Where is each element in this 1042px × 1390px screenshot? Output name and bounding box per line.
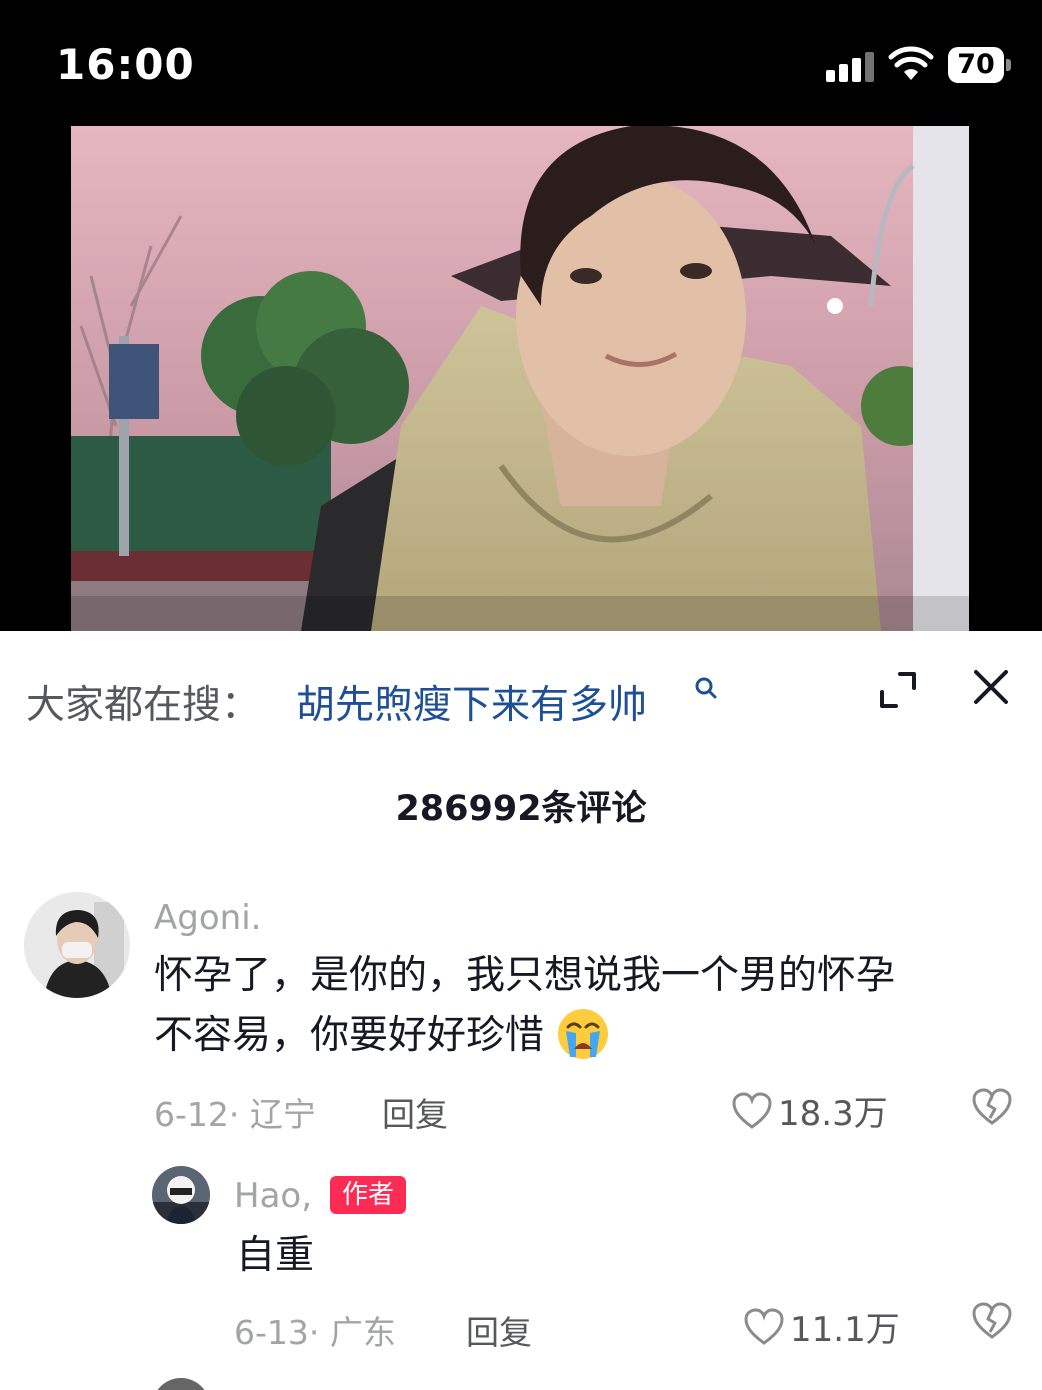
search-suggestion-link[interactable]: 胡先煦瘦下来有多帅 — [296, 674, 647, 730]
cellular-signal-icon — [826, 52, 874, 82]
author-badge: 作者 — [330, 1176, 407, 1214]
video-frame-image — [71, 126, 969, 631]
video-player[interactable] — [71, 126, 969, 631]
comment-text-line: 不容易，你要好好珍惜 — [154, 1006, 994, 1066]
comment-date-location: 6-12· 辽宁 — [154, 1095, 316, 1134]
reply-username[interactable]: Hao, — [234, 1176, 312, 1216]
battery-level: 70 — [957, 49, 995, 80]
avatar[interactable] — [152, 1166, 210, 1224]
wifi-icon — [888, 46, 934, 80]
expand-icon[interactable] — [878, 670, 918, 710]
comment-text: 怀孕了，是你的，我只想说我一个男的怀孕 不容易，你要好好珍惜 — [154, 946, 994, 1066]
reply-date-location: 6-13· 广东 — [234, 1313, 396, 1352]
dislike-broken-heart-icon[interactable] — [972, 1302, 1012, 1340]
comment-count-title: 286992条评论 — [395, 789, 647, 829]
search-icon — [695, 677, 717, 699]
avatar[interactable] — [24, 892, 130, 998]
status-time: 16:00 — [56, 40, 195, 89]
battery-icon: 70 — [948, 47, 1011, 83]
heart-icon — [744, 1307, 784, 1345]
dislike-broken-heart-icon[interactable] — [972, 1088, 1012, 1126]
like-count: 18.3万 — [778, 1094, 888, 1134]
avatar[interactable] — [152, 1378, 210, 1390]
reply-text: 自重 — [236, 1233, 315, 1278]
crying-face-icon — [558, 1008, 609, 1059]
close-icon[interactable] — [970, 666, 1012, 708]
search-prefix-label: 大家都在搜： — [26, 683, 261, 728]
reply-button[interactable]: 回复 — [382, 1088, 448, 1136]
like-count: 11.1万 — [790, 1310, 900, 1350]
comment-text-line-2: 不容易，你要好好珍惜 — [154, 1013, 545, 1058]
reply-button[interactable]: 回复 — [466, 1306, 532, 1354]
like-button[interactable]: 18.3万 — [732, 1086, 888, 1135]
search-suggestion-bar: 大家都在搜： 胡先煦瘦下来有多帅 — [0, 648, 1042, 748]
video-area: 16:00 70 — [0, 0, 1042, 631]
comment-username[interactable]: Agoni. — [154, 898, 261, 938]
comment-text-line: 怀孕了，是你的，我只想说我一个男的怀孕 — [154, 953, 896, 998]
like-button[interactable]: 11.1万 — [744, 1302, 900, 1351]
heart-icon — [732, 1091, 772, 1129]
